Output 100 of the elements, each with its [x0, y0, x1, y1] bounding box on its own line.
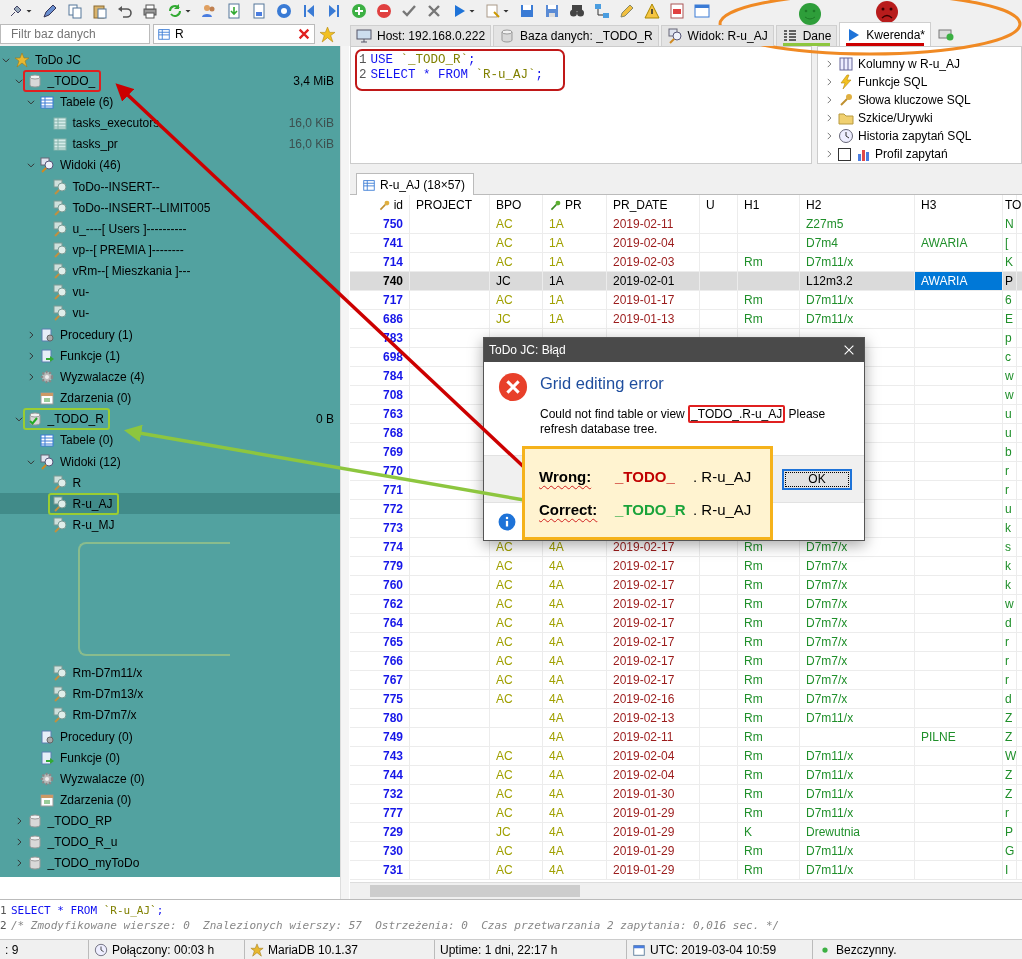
table-row[interactable]: 760 AC 4A 2019-02-17 Rm D7m7/x k	[350, 576, 1022, 595]
tree-row[interactable]: Tabele (0)	[0, 429, 340, 451]
warning-icon[interactable]	[644, 3, 660, 19]
table-row[interactable]: 717 AC 1A 2019-01-17 Rm D7m11/x 6	[350, 291, 1022, 310]
network-icon[interactable]	[594, 3, 610, 19]
tree-row[interactable]: Rm-D7m13/x	[0, 683, 340, 705]
helper-item[interactable]: Profil zapytań	[875, 147, 948, 161]
table-row[interactable]: 743 AC 4A 2019-02-04 Rm D7m11/x W	[350, 747, 1022, 766]
column-header[interactable]: BPO	[490, 195, 543, 215]
tree-row[interactable]: vu-	[0, 281, 340, 303]
table-row[interactable]: 765 AC 4A 2019-02-17 Rm D7m7/x r	[350, 633, 1022, 652]
tab[interactable]: Widok: R-u_AJ	[660, 25, 774, 46]
query-editor[interactable]: 1 USE `_TODO_R`; 2 SELECT * FROM `R-u_AJ`;	[350, 46, 812, 164]
last-icon[interactable]	[326, 3, 342, 19]
tab[interactable]: Baza danych: _TODO_R	[493, 25, 659, 46]
tree-row[interactable]: Procedury (1)	[0, 324, 340, 346]
helper-item[interactable]: Słowa kluczowe SQL	[858, 93, 971, 107]
chevron-right-icon[interactable]	[824, 112, 834, 124]
tree-row[interactable]: Zdarzenia (0)	[0, 387, 340, 409]
tree-row[interactable]: _TODO_RP	[0, 810, 340, 832]
tree-row[interactable]: Widoki (12)	[0, 450, 340, 473]
clear-icon[interactable]	[297, 27, 311, 41]
table-row[interactable]: 744 AC 4A 2019-02-04 Rm D7m11/x Z	[350, 766, 1022, 785]
tree-row[interactable]: tasks_pr 16,0 KiB	[0, 133, 340, 155]
pen-icon[interactable]	[42, 3, 58, 19]
undo-icon[interactable]	[117, 3, 133, 19]
pencil-icon[interactable]	[619, 3, 635, 19]
tree-row[interactable]: vp--[ PREMIA ]--------	[0, 239, 340, 261]
paste-icon[interactable]	[92, 3, 108, 19]
tree-row[interactable]: _TODO_R_u	[0, 831, 340, 853]
cross-icon[interactable]	[426, 3, 442, 19]
tree-row[interactable]: u_----[ Users ]----------	[0, 218, 340, 240]
document-icon[interactable]	[669, 3, 685, 19]
chevron-right-icon[interactable]	[824, 58, 834, 70]
helper-item[interactable]: Historia zapytań SQL	[858, 129, 972, 143]
save-icon[interactable]	[519, 3, 535, 19]
ok-button[interactable]: OK	[782, 468, 852, 490]
tree-row[interactable]: vu-	[0, 302, 340, 325]
tree-row[interactable]: Widoki (46)	[0, 154, 340, 176]
tree-row[interactable]: Procedury (0)	[0, 725, 340, 748]
tab[interactable]: Kwerenda*	[839, 22, 932, 46]
copy-icon[interactable]	[67, 3, 83, 19]
table-row[interactable]: 777 AC 4A 2019-01-29 Rm D7m11/x r	[350, 804, 1022, 823]
column-header[interactable]: PROJECT	[410, 195, 490, 215]
tree-row[interactable]: _TODO_myToDo	[0, 852, 340, 875]
binoculars-icon[interactable]	[569, 3, 585, 19]
chevron-right-icon[interactable]	[824, 76, 834, 88]
tree-row[interactable]: Wyzwalacze (0)	[0, 768, 340, 790]
tree-row[interactable]: R-u_AJ	[0, 493, 340, 515]
tree-row[interactable]: vRm--[ Mieszkania ]---	[0, 260, 340, 282]
close-icon[interactable]	[842, 343, 856, 357]
chevron-right-icon[interactable]	[824, 148, 834, 160]
table-row[interactable]: 749 4A 2019-02-11 Rm PILNE Z	[350, 728, 1022, 747]
tree-row[interactable]: Funkcje (1)	[0, 345, 340, 367]
tree-row[interactable]: R-u_MJ	[0, 514, 340, 536]
tree-row[interactable]: Zdarzenia (0)	[0, 789, 340, 811]
tree-row[interactable]: Rm-D7m11/x	[0, 662, 340, 684]
plus-icon[interactable]	[351, 3, 367, 19]
export-icon[interactable]	[251, 3, 267, 19]
table-row[interactable]: 731 AC 4A 2019-01-29 Rm D7m11/x I	[350, 861, 1022, 880]
table-row[interactable]: 686 JC 1A 2019-01-13 Rm D7m11/x E	[350, 310, 1022, 329]
tree-row[interactable]: tasks_executors 16,0 KiB	[0, 112, 340, 134]
checkbox[interactable]	[838, 147, 851, 161]
users-icon[interactable]	[201, 3, 217, 19]
text-input[interactable]: R	[171, 27, 297, 41]
column-header[interactable]: id	[350, 195, 410, 215]
tree-row[interactable]: Funkcje (0)	[0, 747, 340, 769]
column-header[interactable]: H1	[738, 195, 800, 215]
tree-row[interactable]: ToDo--INSERT--	[0, 175, 340, 198]
helper-item[interactable]: Funkcje SQL	[858, 75, 928, 89]
add-tab-icon[interactable]	[937, 26, 956, 42]
save-icon[interactable]	[544, 3, 560, 19]
table-row[interactable]: 779 AC 4A 2019-02-17 Rm D7m7/x k	[350, 557, 1022, 576]
vertical-scrollbar[interactable]	[340, 46, 349, 899]
table-row[interactable]: 730 AC 4A 2019-01-29 Rm D7m11/x G	[350, 842, 1022, 861]
star-icon[interactable]	[319, 25, 336, 43]
tree-row[interactable]: _TODO_R 0 B	[0, 408, 340, 430]
tree-row[interactable]: ToDo JC	[0, 49, 340, 71]
result-tab[interactable]: R-u_AJ (18×57)	[356, 173, 475, 195]
table-row[interactable]: 767 AC 4A 2019-02-17 Rm D7m7/x r	[350, 671, 1022, 690]
column-header[interactable]: PR_DATE	[607, 195, 700, 215]
tree-row[interactable]: Rm-D7m7/x	[0, 704, 340, 726]
table-row[interactable]: 780 4A 2019-02-13 Rm D7m11/x Z	[350, 709, 1022, 728]
chevron-right-icon[interactable]	[824, 94, 834, 106]
column-header[interactable]: PR	[543, 195, 607, 215]
filter-field[interactable]: R	[153, 24, 315, 44]
check-icon[interactable]	[401, 3, 417, 19]
minus-icon[interactable]	[376, 3, 392, 19]
horizontal-scrollbar[interactable]	[350, 882, 1022, 899]
column-header[interactable]: U	[700, 195, 738, 215]
table-row[interactable]: 729 JC 4A 2019-01-29 K Drewutnia P	[350, 823, 1022, 842]
tab[interactable]: Dane	[775, 25, 838, 46]
tree-row[interactable]: ToDo--INSERT--LIMIT005	[0, 197, 340, 219]
table-row[interactable]: 766 AC 4A 2019-02-17 Rm D7m7/x r	[350, 652, 1022, 671]
tree-row[interactable]: R	[0, 472, 340, 494]
window-icon[interactable]	[694, 3, 710, 19]
tree-row[interactable]: Tabele (6)	[0, 91, 340, 113]
table-row[interactable]: 740 JC 1A 2019-02-01 L12m3.2 AWARIA P	[350, 272, 1022, 291]
text-input[interactable]: Filtr baz danych	[7, 27, 149, 41]
column-header[interactable]: H2	[800, 195, 915, 215]
